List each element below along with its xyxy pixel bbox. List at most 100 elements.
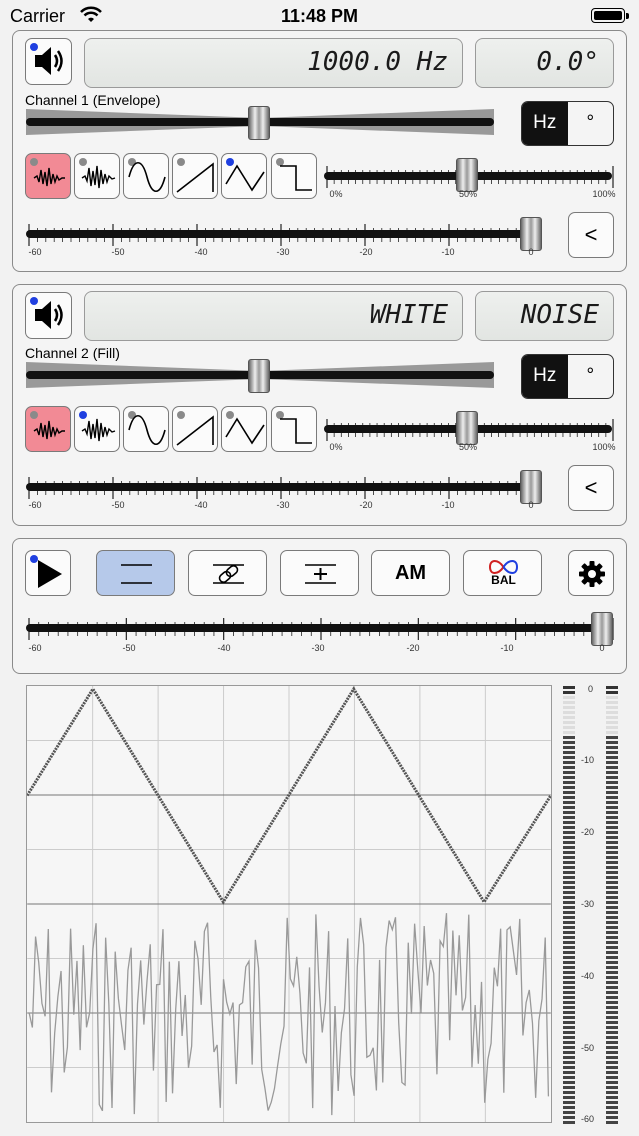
- meter-segment: [606, 866, 618, 869]
- unit-hz-option[interactable]: Hz: [522, 102, 568, 145]
- waveform-pink-noise-button[interactable]: [25, 153, 71, 199]
- level-tick: -60: [28, 500, 42, 510]
- meter-segment: [606, 821, 618, 824]
- meter-segment: [606, 741, 618, 744]
- channel1-collapse-button[interactable]: <: [568, 212, 614, 258]
- waveform-white-noise-button[interactable]: [74, 406, 120, 452]
- separate-mode-button[interactable]: [96, 550, 175, 596]
- meter-segment: [563, 716, 575, 719]
- meter-segment: [563, 956, 575, 959]
- master-level-slider[interactable]: [591, 612, 613, 646]
- channel2-level-labels: -60 -50 -40 -30 -20 -10 0: [26, 500, 534, 512]
- meter-segment: [606, 816, 618, 819]
- waveform-sawtooth-button[interactable]: [172, 406, 218, 452]
- meter-segment: [606, 756, 618, 759]
- oscilloscope-display: [26, 685, 552, 1123]
- meter-tick: -50: [581, 1043, 595, 1053]
- channel2-duty-labels: 0% 50% 100%: [324, 442, 615, 454]
- level-tick: -20: [359, 500, 373, 510]
- meter-segment: [606, 716, 618, 719]
- meter-segment: [563, 876, 575, 879]
- white-noise-icon: [81, 165, 116, 189]
- channel1-frequency-display[interactable]: 1000.0 Hz: [84, 38, 463, 88]
- meter-segment: [606, 721, 618, 724]
- channel2-duty-slider[interactable]: [456, 411, 478, 445]
- meter-segment: [563, 986, 575, 989]
- channel2-phase-display[interactable]: NOISE: [475, 291, 614, 341]
- waveform-white-noise-button[interactable]: [74, 153, 120, 199]
- level-tick: -50: [122, 643, 136, 653]
- unit-degree-option[interactable]: °: [568, 102, 614, 145]
- meter-segment: [606, 1076, 618, 1079]
- meter-segment: [563, 921, 575, 924]
- meter-segment: [606, 891, 618, 894]
- waveform-sine-button[interactable]: [123, 153, 169, 199]
- waveform-sine-button[interactable]: [123, 406, 169, 452]
- channel2-frequency-display[interactable]: WHITE: [84, 291, 463, 341]
- level-tick: -10: [500, 643, 514, 653]
- channel1-level-labels: -60 -50 -40 -30 -20 -10 0: [26, 247, 534, 259]
- meter-segment: [563, 726, 575, 729]
- meter-segment: [606, 726, 618, 729]
- meter-tick: -60: [581, 1114, 595, 1124]
- meter-segment: [563, 851, 575, 854]
- duty-tick-50: 50%: [458, 442, 478, 452]
- meter-segment: [606, 776, 618, 779]
- add-mode-button[interactable]: [280, 550, 359, 596]
- channel2-collapse-button[interactable]: <: [568, 465, 614, 511]
- meter-segment: [606, 1116, 618, 1119]
- meter-segment: [563, 1121, 575, 1124]
- meter-segment: [563, 1021, 575, 1024]
- channel1-label: Channel 1 (Envelope): [25, 92, 161, 108]
- meter-segment: [606, 706, 618, 709]
- meter-segment: [563, 761, 575, 764]
- channel2-level-slider[interactable]: [520, 470, 542, 504]
- level-tick: -20: [359, 247, 373, 257]
- meter-segment: [563, 951, 575, 954]
- meter-segment: [563, 1091, 575, 1094]
- master-level-track: [26, 624, 612, 632]
- am-mode-button[interactable]: AM: [371, 550, 450, 596]
- meter-segment: [563, 1106, 575, 1109]
- channel1-mute-button[interactable]: [25, 38, 72, 85]
- meter-segment: [563, 776, 575, 779]
- link-mode-button[interactable]: [188, 550, 267, 596]
- channel1-unit-toggle: Hz °: [521, 101, 614, 146]
- meter-segment: [563, 706, 575, 709]
- channel1-level-slider[interactable]: [520, 217, 542, 251]
- balance-label: BAL: [491, 573, 516, 587]
- waveform-triangle-button[interactable]: [221, 406, 267, 452]
- play-button[interactable]: [25, 550, 71, 596]
- level-tick: -20: [406, 643, 420, 653]
- channel1-pan-slider[interactable]: [248, 106, 270, 140]
- meter-segment: [606, 961, 618, 964]
- channel2-pan-slider[interactable]: [248, 359, 270, 393]
- speaker-icon: [35, 301, 63, 329]
- waveform-pink-noise-button[interactable]: [25, 406, 71, 452]
- waveform-square-button[interactable]: [271, 406, 317, 452]
- channel1-duty-labels: 0% 50% 100%: [324, 189, 615, 201]
- balance-mode-button[interactable]: BAL: [463, 550, 542, 596]
- meter-segment: [606, 1061, 618, 1064]
- meter-segment: [563, 1061, 575, 1064]
- unit-degree-option[interactable]: °: [568, 355, 614, 398]
- meter-segment: [563, 801, 575, 804]
- channel2-mute-button[interactable]: [25, 292, 72, 339]
- settings-button[interactable]: [568, 550, 614, 596]
- meter-segment: [606, 871, 618, 874]
- meter-segment: [606, 786, 618, 789]
- meter-segment: [606, 806, 618, 809]
- channel1-duty-slider[interactable]: [456, 158, 478, 192]
- waveform-square-button[interactable]: [271, 153, 317, 199]
- duty-tick-50: 50%: [458, 189, 478, 199]
- meter-segment: [606, 951, 618, 954]
- unit-hz-option[interactable]: Hz: [522, 355, 568, 398]
- channel1-phase-display[interactable]: 0.0°: [475, 38, 614, 88]
- waveform-triangle-button[interactable]: [221, 153, 267, 199]
- meter-segment: [563, 841, 575, 844]
- meter-segment: [606, 1036, 618, 1039]
- meter-segment: [563, 861, 575, 864]
- waveform-sawtooth-button[interactable]: [172, 153, 218, 199]
- meter-segment: [606, 976, 618, 979]
- meter-segment: [563, 991, 575, 994]
